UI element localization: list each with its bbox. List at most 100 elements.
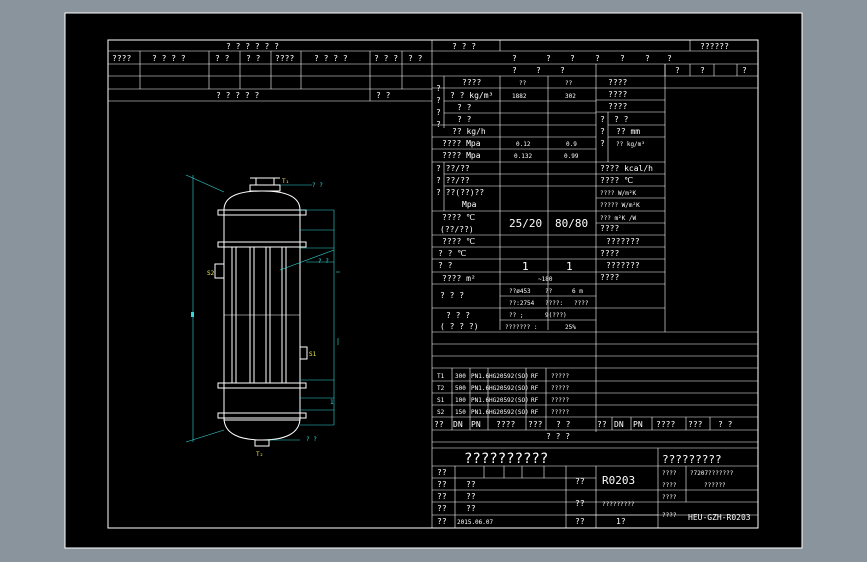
nozzle-right-head: ? ?	[718, 420, 733, 429]
nozzle-row-std: HG20592(SO)	[489, 397, 529, 404]
param-right-head-3: ?	[742, 66, 747, 75]
param-row-label: ???? Mpa	[442, 151, 481, 160]
nozzle-row-use: ?????	[551, 385, 569, 392]
nozzle-row-pn: PN1.6	[471, 385, 489, 392]
signoff-label: ??	[437, 468, 447, 477]
right-param-row: ????	[600, 249, 619, 258]
mid-annotation: ? ?	[318, 258, 329, 265]
drawing-canvas	[64, 12, 803, 549]
nozzle-head: ????	[496, 420, 515, 429]
param-row-label: ???? Mpa	[442, 139, 481, 148]
header-mid-col-6: ?	[645, 54, 650, 63]
nozzle-row-pn: PN1.6	[471, 373, 489, 380]
nozzle-row-std: HG20592(SO)	[489, 373, 529, 380]
nozzle-right-head: ????	[656, 420, 675, 429]
nozzle-head: ? ?	[556, 420, 571, 429]
tube-spec-key: ??????? :	[505, 324, 538, 331]
right-param-row: ????	[608, 78, 627, 87]
standard-label: ????	[662, 470, 677, 477]
tube-spec-v1: 9(???)	[545, 312, 567, 319]
header-col-1: ????	[112, 54, 131, 63]
right-param-row: ????? W/m²K	[600, 202, 640, 209]
top-nozzle-label: T₁	[282, 178, 289, 185]
material-value: ?????????	[602, 501, 635, 508]
right-param-row: ???????	[606, 261, 640, 270]
nozzle-row-id: S2	[437, 409, 445, 416]
nozzle-row-std: HG20592(SO)	[489, 409, 529, 416]
nozzle-right-head: DN	[614, 420, 624, 429]
param-right-head-1: ?	[675, 66, 680, 75]
tube-spec-v2: 6 m	[572, 288, 583, 295]
nozzle-row-dn: 500	[455, 385, 466, 392]
signoff-value: ??	[575, 499, 585, 508]
param-row-label: ? ??/??	[436, 164, 470, 173]
right-param-row: ???? ℃	[600, 176, 633, 185]
nozzle-row-use: ?????	[551, 373, 569, 380]
param-row-label: ? ??/??	[436, 176, 470, 185]
param-row-v1: 0.132	[514, 153, 532, 160]
signoff-value: ??	[466, 504, 476, 513]
nozzle-row-dn: 300	[455, 373, 466, 380]
nozzle-row-use: ?????	[551, 409, 569, 416]
header-mid-col-3: ?	[570, 54, 575, 63]
nozzle-row-dn: 150	[455, 409, 466, 416]
nozzle-row-face: RF	[531, 373, 539, 380]
param-right-head-2: ?	[700, 66, 705, 75]
param-row-label: Mpa	[462, 200, 477, 209]
other-label-1: ? ? ?	[446, 311, 470, 320]
nozzle-row-face: RF	[531, 397, 539, 404]
nozzle-right-head: PN	[633, 420, 643, 429]
nozzle-head: ??	[434, 420, 444, 429]
tube-spec-key: ??ø453	[509, 288, 531, 295]
param-row-label: ? ?	[438, 261, 453, 270]
tertiary-label: ????	[662, 482, 677, 489]
nozzle-head: ???	[528, 420, 543, 429]
param-row-v2: 302	[565, 93, 576, 100]
param-row-label: ? ? ℃	[438, 249, 466, 258]
header-col-7: ? ? ?	[374, 54, 398, 63]
right-param-side: ?	[600, 115, 605, 124]
right-param-side: ?	[600, 139, 605, 148]
nozzle-row-use: ?????	[551, 397, 569, 404]
header-col-5: ????	[275, 54, 294, 63]
signoff-label: ??	[437, 504, 447, 513]
param-side-label-3: ?	[436, 108, 441, 117]
param-row-v1: ??	[519, 80, 527, 87]
signoff-value: ??	[466, 480, 476, 489]
drawing-number: HEU-GZH-R0203	[688, 513, 751, 522]
param-row-v1: 25/20	[509, 217, 542, 230]
right-param-row: ? ?	[614, 115, 629, 124]
header-mid-title: ? ? ?	[452, 42, 476, 51]
right-param-row: ???????	[606, 237, 640, 246]
nozzle-row-pn: PN1.6	[471, 397, 489, 404]
param-row-v1: 0.12	[516, 141, 531, 148]
header-col-3: ? ?	[215, 54, 230, 63]
right-param-row: ?? kg/m³	[616, 141, 645, 148]
drawing-number-label: ????	[662, 512, 677, 519]
param-row-label: ? ? kg/m³	[450, 91, 493, 100]
right-param-row: ????	[608, 102, 627, 111]
bottom-annotation: ? ?	[306, 436, 317, 443]
param-row-v2: ??	[565, 80, 573, 87]
nozzle-row-std: HG20592(SO)	[489, 385, 529, 392]
param-row-label: ? ??(??)??	[436, 188, 484, 197]
nozzle-head: PN	[471, 420, 481, 429]
right-param-side: ?	[600, 127, 605, 136]
header-mid-col-1: ?	[512, 54, 517, 63]
param-side-label-4: ?	[436, 120, 441, 129]
header-col-8: ? ?	[408, 54, 423, 63]
scale-value: 1?	[616, 517, 626, 526]
param-row-label: ???? ℃	[442, 237, 475, 246]
right-param-row: ????	[600, 224, 619, 233]
right-param-row: ??? m²K /W	[600, 215, 637, 222]
other-label-2: ( ? ? ?)	[440, 322, 479, 331]
nozzle-row-pn: PN1.6	[471, 409, 489, 416]
right-param-row: ?? mm	[616, 127, 640, 136]
dimension-mark: 1	[330, 399, 334, 406]
param-row-label: ???? m²	[442, 274, 476, 283]
header-mid-col-7: ?	[667, 54, 672, 63]
left-nozzle-label: S2	[207, 270, 215, 277]
nozzle-right-head: ???	[688, 420, 703, 429]
signoff-label: ??	[437, 492, 447, 501]
tube-spec-v2: ????	[574, 300, 589, 307]
